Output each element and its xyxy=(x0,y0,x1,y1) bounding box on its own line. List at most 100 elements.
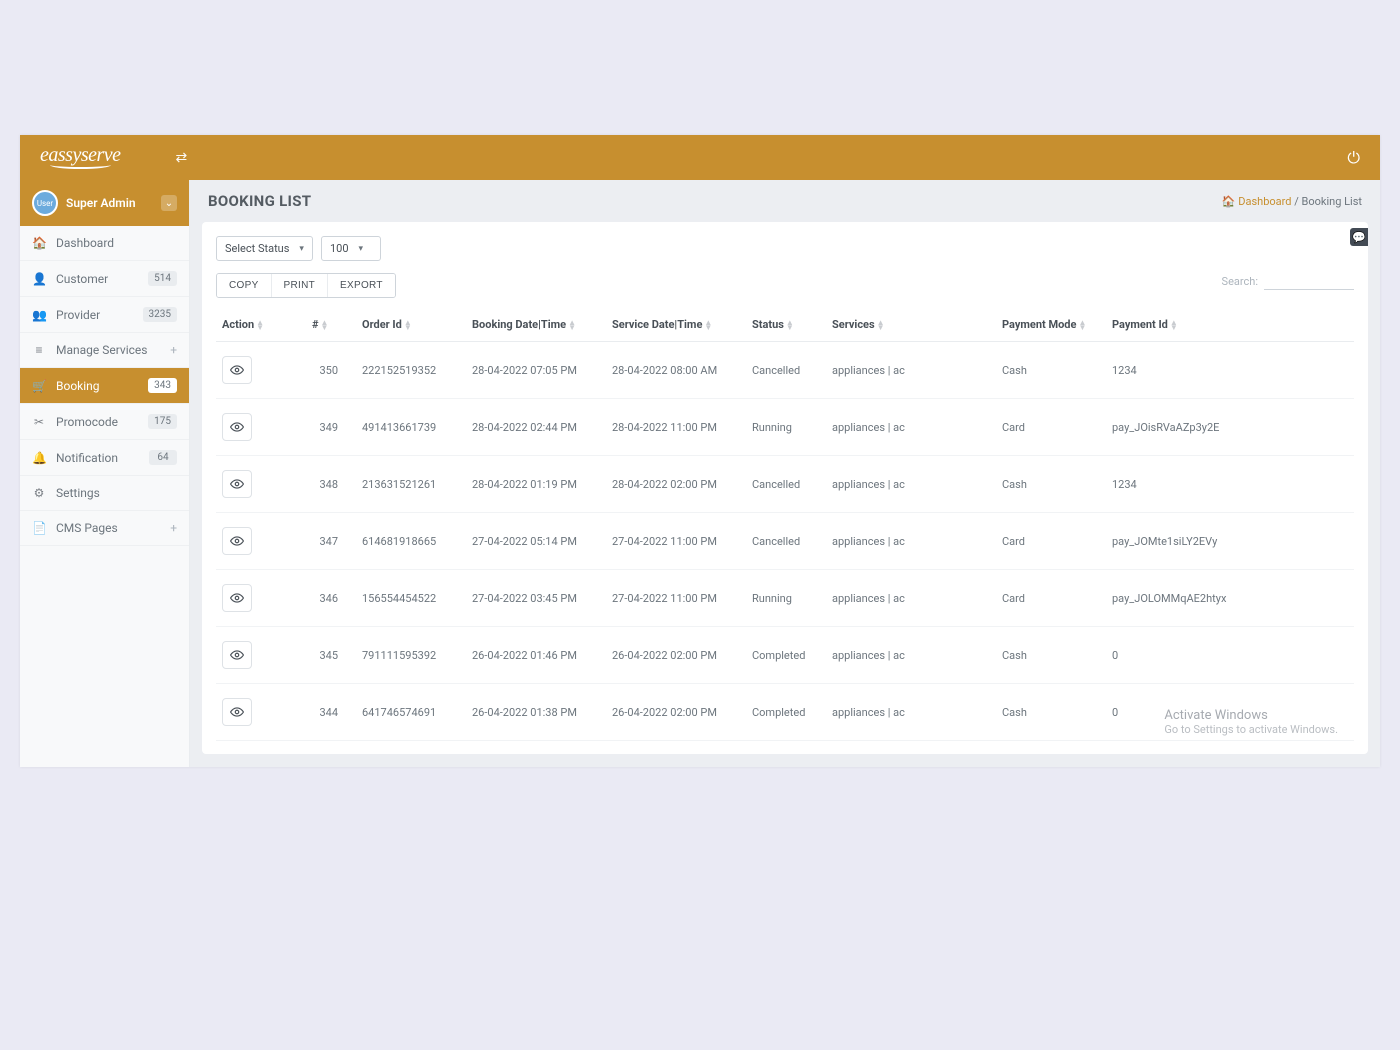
order-id: 222152519352 xyxy=(356,342,466,399)
copy-button[interactable]: COPY xyxy=(217,274,271,297)
cart-icon: 🛒 xyxy=(32,379,46,393)
row-number: 350 xyxy=(306,342,356,399)
home-icon: 🏠 xyxy=(1222,195,1238,208)
refresh-icon[interactable]: ⇄ xyxy=(176,150,188,166)
column-status[interactable]: Status▲▼ xyxy=(746,308,826,342)
user-block[interactable]: User Super Admin ⌄ xyxy=(20,180,189,226)
payment-mode: Cash xyxy=(996,342,1106,399)
booking-table: Action▲▼#▲▼Order Id▲▼Booking Date|Time▲▼… xyxy=(216,308,1354,754)
row-number: 344 xyxy=(306,684,356,741)
services: appliances | ac xyxy=(826,570,996,627)
row-number: 346 xyxy=(306,570,356,627)
sidebar-item-customer[interactable]: 👤Customer514 xyxy=(20,261,189,297)
page-size-select[interactable]: 100 xyxy=(321,236,381,261)
sidebar-item-provider[interactable]: 👥Provider3235 xyxy=(20,297,189,333)
topbar: eassyserve ⇄ ⏻ xyxy=(20,135,1380,180)
column--[interactable]: #▲▼ xyxy=(306,308,356,342)
table-row: 34949141366173928-04-2022 02:44 PM28-04-… xyxy=(216,399,1354,456)
sort-icon: ▲▼ xyxy=(321,320,329,330)
payment-mode: Cash xyxy=(996,684,1106,741)
column-payment-id[interactable]: Payment Id▲▼ xyxy=(1106,308,1354,342)
sort-icon: ▲▼ xyxy=(404,320,412,330)
column-action[interactable]: Action▲▼ xyxy=(216,308,306,342)
status: Running xyxy=(746,399,826,456)
view-button[interactable] xyxy=(222,584,252,612)
chat-icon[interactable]: 💬 xyxy=(1350,228,1368,246)
export-button[interactable]: EXPORT xyxy=(327,274,395,297)
gear-icon: ⚙ xyxy=(32,486,46,500)
order-id: 213631521261 xyxy=(356,456,466,513)
print-button[interactable]: PRINT xyxy=(271,274,328,297)
tag-icon: ✂ xyxy=(32,415,46,429)
table-row: 34311444464446526-04-2022 01:36 PM26-04-… xyxy=(216,741,1354,755)
search-wrap: Search: xyxy=(1222,273,1354,290)
status: Completed xyxy=(746,627,826,684)
chevron-down-icon[interactable]: ⌄ xyxy=(161,195,177,211)
payment-id: 1234 xyxy=(1106,342,1354,399)
table-row: 34761468191866527-04-2022 05:14 PM27-04-… xyxy=(216,513,1354,570)
sidebar-item-dashboard[interactable]: 🏠Dashboard xyxy=(20,226,189,261)
avatar: User xyxy=(32,190,58,216)
service-datetime: 27-04-2022 11:00 PM xyxy=(606,570,746,627)
payment-mode: Card xyxy=(996,513,1106,570)
sidebar-item-label: Provider xyxy=(56,308,100,322)
view-button[interactable] xyxy=(222,470,252,498)
view-button[interactable] xyxy=(222,356,252,384)
table-row: 34615655445452227-04-2022 03:45 PM27-04-… xyxy=(216,570,1354,627)
user-icon: 👤 xyxy=(32,272,46,286)
sidebar-item-manage-services[interactable]: ≡Manage Services+ xyxy=(20,333,189,368)
services: appliances | ac xyxy=(826,399,996,456)
sidebar-item-label: Notification xyxy=(56,451,118,465)
sidebar-item-booking[interactable]: 🛒Booking343 xyxy=(20,368,189,404)
sidebar-item-notification[interactable]: 🔔Notification64 xyxy=(20,440,189,476)
service-datetime: 28-04-2022 02:00 PM xyxy=(606,456,746,513)
sidebar-item-promocode[interactable]: ✂Promocode175 xyxy=(20,404,189,440)
column-order-id[interactable]: Order Id▲▼ xyxy=(356,308,466,342)
breadcrumb-home[interactable]: Dashboard xyxy=(1238,195,1291,208)
services: appliances | ac xyxy=(826,456,996,513)
expand-icon[interactable]: + xyxy=(170,521,177,535)
column-service-date-time[interactable]: Service Date|Time▲▼ xyxy=(606,308,746,342)
booking-datetime: 27-04-2022 05:14 PM xyxy=(466,513,606,570)
row-number: 349 xyxy=(306,399,356,456)
sort-icon: ▲▼ xyxy=(786,320,794,330)
service-datetime: 28-04-2022 11:00 PM xyxy=(606,399,746,456)
view-button[interactable] xyxy=(222,641,252,669)
sidebar-item-cms-pages[interactable]: 📄CMS Pages+ xyxy=(20,511,189,546)
sidebar-item-settings[interactable]: ⚙Settings xyxy=(20,476,189,511)
column-services[interactable]: Services▲▼ xyxy=(826,308,996,342)
payment-mode: Card xyxy=(996,570,1106,627)
row-number: 345 xyxy=(306,627,356,684)
sidebar-item-label: Manage Services xyxy=(56,343,147,357)
expand-icon[interactable]: + xyxy=(170,343,177,357)
row-number: 348 xyxy=(306,456,356,513)
status: Cancelled xyxy=(746,456,826,513)
services: appliances | ac xyxy=(826,513,996,570)
status-select[interactable]: Select Status xyxy=(216,236,313,261)
table-row: 35022215251935228-04-2022 07:05 PM28-04-… xyxy=(216,342,1354,399)
status: Cancelled xyxy=(746,513,826,570)
order-id: 156554454522 xyxy=(356,570,466,627)
payment-id: 1234 xyxy=(1106,456,1354,513)
content-card: 💬 Select Status 100 COPYPRINTEXPORT Sear… xyxy=(202,222,1368,754)
view-button[interactable] xyxy=(222,527,252,555)
page-header: BOOKING LIST 🏠 Dashboard / Booking List xyxy=(190,180,1380,222)
search-label: Search: xyxy=(1222,275,1258,288)
status: Running xyxy=(746,570,826,627)
payment-id: pay_JOLOMMqAE2htyx xyxy=(1106,570,1354,627)
column-booking-date-time[interactable]: Booking Date|Time▲▼ xyxy=(466,308,606,342)
booking-datetime: 28-04-2022 07:05 PM xyxy=(466,342,606,399)
view-button[interactable] xyxy=(222,413,252,441)
order-id: 791111595392 xyxy=(356,627,466,684)
service-datetime: 26-04-2022 11:00 PM xyxy=(606,741,746,755)
brand-logo: eassyserve xyxy=(40,144,121,171)
status: Completed xyxy=(746,684,826,741)
service-datetime: 26-04-2022 02:00 PM xyxy=(606,627,746,684)
view-button[interactable] xyxy=(222,698,252,726)
power-icon[interactable]: ⏻ xyxy=(1347,148,1360,168)
booking-datetime: 26-04-2022 01:38 PM xyxy=(466,684,606,741)
search-input[interactable] xyxy=(1264,273,1354,290)
breadcrumb-current: Booking List xyxy=(1301,195,1362,208)
column-payment-mode[interactable]: Payment Mode▲▼ xyxy=(996,308,1106,342)
sidebar-badge: 514 xyxy=(148,271,177,286)
